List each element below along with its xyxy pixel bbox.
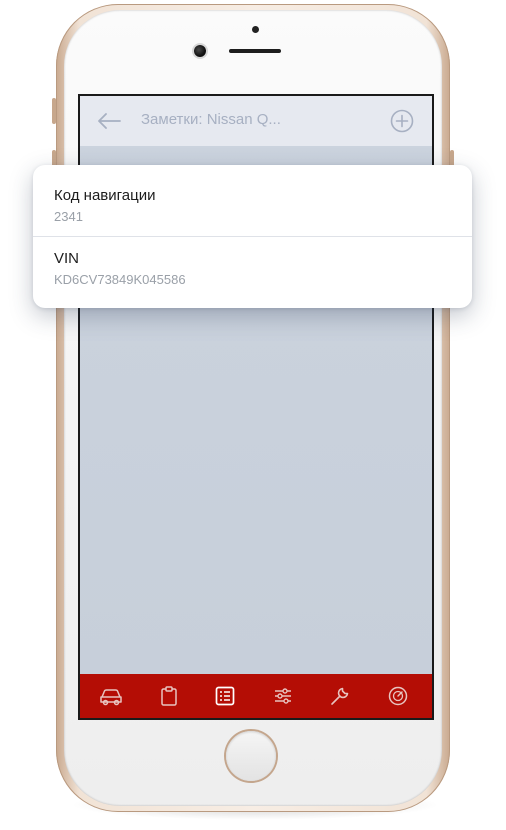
add-note-icon[interactable]	[389, 108, 415, 134]
mute-switch	[52, 98, 56, 124]
tab-speed[interactable]	[384, 683, 412, 709]
car-icon	[98, 686, 124, 706]
notes-card: Код навигации 2341 VIN KD6CV73849K045586	[33, 165, 472, 308]
note-item-navigation-code[interactable]: Код навигации 2341	[33, 165, 472, 236]
note-item-vin[interactable]: VIN KD6CV73849K045586	[33, 237, 472, 308]
tab-clipboard[interactable]	[155, 683, 183, 709]
front-camera	[194, 45, 206, 57]
tab-notes[interactable]	[211, 683, 239, 709]
note-value: KD6CV73849K045586	[54, 272, 186, 287]
page-title: Заметки: Nissan Q...	[141, 111, 281, 128]
speedometer-icon	[387, 685, 409, 707]
home-button[interactable]	[226, 731, 276, 781]
notes-list-icon	[214, 685, 236, 707]
tab-settings[interactable]	[269, 683, 297, 709]
bottom-tabbar	[80, 674, 432, 718]
note-title: VIN	[54, 250, 80, 267]
settings-sliders-icon	[272, 686, 294, 706]
proximity-sensor	[252, 26, 259, 33]
note-title: Код навигации	[54, 187, 156, 204]
note-value: 2341	[54, 209, 83, 224]
tab-car[interactable]	[97, 683, 125, 709]
earpiece-speaker	[229, 49, 281, 53]
wrench-icon	[329, 685, 351, 707]
app-header: Заметки: Nissan Q...	[80, 96, 432, 146]
back-arrow-icon[interactable]	[94, 109, 124, 133]
tab-service[interactable]	[326, 683, 354, 709]
clipboard-icon	[159, 685, 179, 707]
